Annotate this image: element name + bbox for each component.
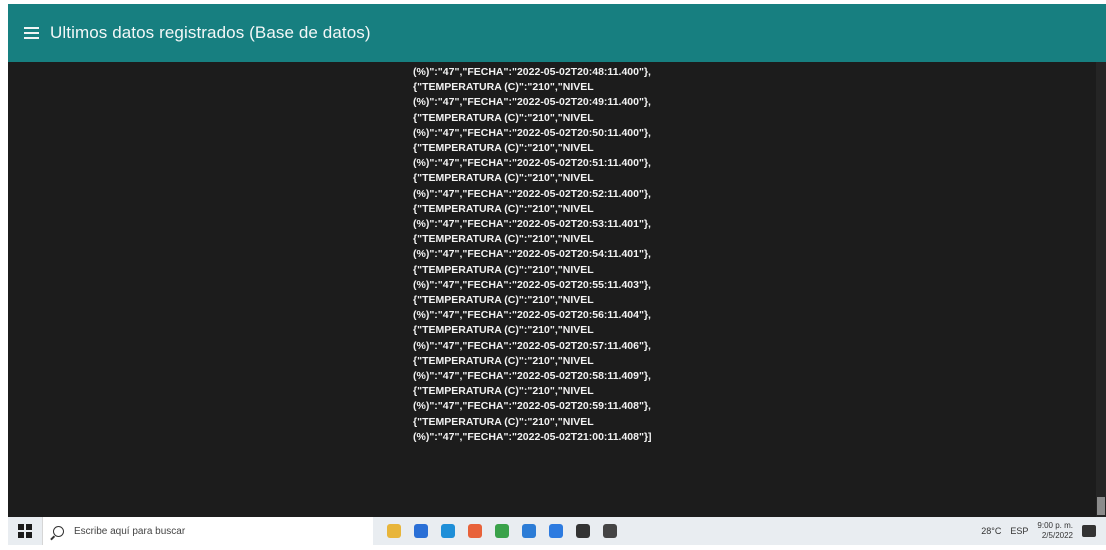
json-line: (%)":"47","FECHA":"2022-05-02T20:50:11.4… [413,126,651,139]
taskbar-search-box[interactable]: Escribe aquí para buscar [42,517,373,545]
scrollbar-thumb[interactable] [1097,497,1105,515]
notifications-icon[interactable] [1082,525,1096,537]
pinned-apps [387,524,617,538]
json-line: (%)":"47","FECHA":"2022-05-02T20:55:11.4… [413,278,651,291]
json-line: (%)":"47","FECHA":"2022-05-02T20:53:11.4… [413,218,651,231]
json-line: {"TEMPERATURA (C)":"210","NIVEL [413,324,594,337]
edge-icon[interactable] [441,524,455,538]
json-line: {"TEMPERATURA (C)":"210","NIVEL [413,263,594,276]
json-line: (%)":"47","FECHA":"2022-05-02T20:57:11.4… [413,339,651,352]
json-line: {"TEMPERATURA (C)":"210","NIVEL [413,202,594,215]
clock[interactable]: 9:00 p. m. 2/5/2022 [1037,521,1073,541]
json-line: (%)":"47","FECHA":"2022-05-02T20:49:11.4… [413,96,651,109]
json-line: {"TEMPERATURA (C)":"210","NIVEL [413,294,594,307]
json-output-area: (%)":"47","FECHA":"2022-05-02T20:48:11.4… [8,62,1106,517]
scrollbar[interactable] [1096,62,1106,517]
app-header: Ultimos datos registrados (Base de datos… [8,4,1106,62]
windows-start-icon[interactable] [18,524,32,538]
language-indicator[interactable]: ESP [1010,526,1028,536]
window-icon[interactable] [603,524,617,538]
app-icon[interactable] [549,524,563,538]
mail-icon[interactable] [522,524,536,538]
system-tray: 28°C ESP 9:00 p. m. 2/5/2022 [981,521,1096,541]
json-line: {"TEMPERATURA (C)":"210","NIVEL [413,111,594,124]
json-line: {"TEMPERATURA (C)":"210","NIVEL [413,415,594,428]
json-line: (%)":"47","FECHA":"2022-05-02T20:58:11.4… [413,370,651,383]
weather-text[interactable]: 28°C [981,526,1001,536]
terminal-icon[interactable] [576,524,590,538]
json-line: (%)":"47","FECHA":"2022-05-02T20:56:11.4… [413,309,651,322]
json-line: {"TEMPERATURA (C)":"210","NIVEL [413,81,594,94]
json-line: {"TEMPERATURA (C)":"210","NIVEL [413,385,594,398]
store-icon[interactable] [414,524,428,538]
json-line: {"TEMPERATURA (C)":"210","NIVEL [413,172,594,185]
firefox-icon[interactable] [468,524,482,538]
json-line: {"TEMPERATURA (C)":"210","NIVEL [413,233,594,246]
json-line: (%)":"47","FECHA":"2022-05-02T20:52:11.4… [413,187,651,200]
screen-photo: Ultimos datos registrados (Base de datos… [8,4,1106,545]
json-text: (%)":"47","FECHA":"2022-05-02T20:48:11.4… [413,65,733,445]
search-icon [53,525,64,537]
clock-date: 2/5/2022 [1041,531,1073,540]
json-line: (%)":"47","FECHA":"2022-05-02T20:51:11.4… [413,157,651,170]
json-line: {"TEMPERATURA (C)":"210","NIVEL [413,142,594,155]
clock-time: 9:00 p. m. [1037,521,1073,530]
hamburger-menu-icon[interactable] [20,21,44,45]
chrome-icon[interactable] [495,524,509,538]
json-line: (%)":"47","FECHA":"2022-05-02T20:59:11.4… [413,400,651,413]
windows-taskbar: Escribe aquí para buscar 28°C ESP 9:00 p… [8,517,1106,545]
json-line: {"TEMPERATURA (C)":"210","NIVEL [413,354,594,367]
page-title: Ultimos datos registrados (Base de datos… [50,23,371,42]
json-line: (%)":"47","FECHA":"2022-05-02T21:00:11.4… [413,430,652,443]
json-line: (%)":"47","FECHA":"2022-05-02T20:48:11.4… [413,66,651,78]
search-placeholder: Escribe aquí para buscar [74,525,186,537]
json-line: (%)":"47","FECHA":"2022-05-02T20:54:11.4… [413,248,651,261]
folder-icon[interactable] [387,524,401,538]
